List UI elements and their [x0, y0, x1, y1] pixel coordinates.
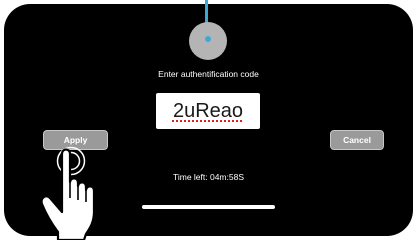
tapping-hand-icon — [40, 148, 96, 240]
cancel-button[interactable]: Cancel — [330, 130, 384, 150]
auth-code-value: 2uReao — [172, 100, 244, 122]
auth-code-input[interactable]: 2uReao — [156, 93, 260, 129]
home-indicator-bar[interactable] — [142, 205, 275, 209]
avatar-dot — [205, 36, 211, 42]
avatar — [189, 22, 227, 60]
auth-prompt-label: Enter authentification code — [158, 69, 259, 79]
